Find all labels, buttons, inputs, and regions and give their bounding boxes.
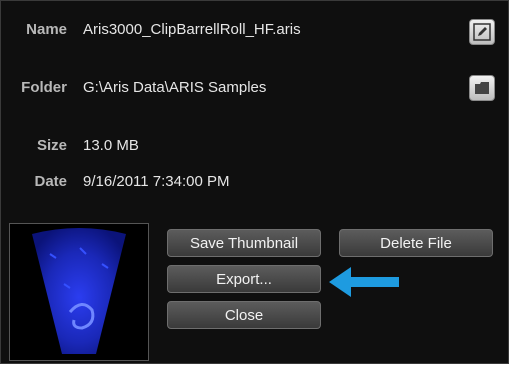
save-thumbnail-button[interactable]: Save Thumbnail [167, 229, 321, 257]
folder-label: Folder [21, 79, 67, 96]
export-button[interactable]: Export... [167, 265, 321, 293]
file-info-panel: Name Aris3000_ClipBarrellRoll_HF.aris Fo… [0, 0, 509, 364]
arrow-pointer-icon [329, 267, 399, 297]
name-value: Aris3000_ClipBarrellRoll_HF.aris [83, 21, 301, 38]
close-button[interactable]: Close [167, 301, 321, 329]
date-label: Date [34, 173, 67, 190]
edit-name-button[interactable] [469, 19, 495, 45]
size-value: 13.0 MB [83, 137, 139, 154]
browse-folder-button[interactable] [469, 75, 495, 101]
date-value: 9/16/2011 7:34:00 PM [83, 173, 230, 190]
name-label: Name [26, 21, 67, 38]
folder-icon [475, 82, 489, 94]
edit-pencil-icon [473, 23, 491, 41]
size-label: Size [36, 137, 67, 154]
folder-value: G:\Aris Data\ARIS Samples [83, 79, 267, 96]
delete-file-button[interactable]: Delete File [339, 229, 493, 257]
sonar-thumbnail [9, 223, 149, 361]
